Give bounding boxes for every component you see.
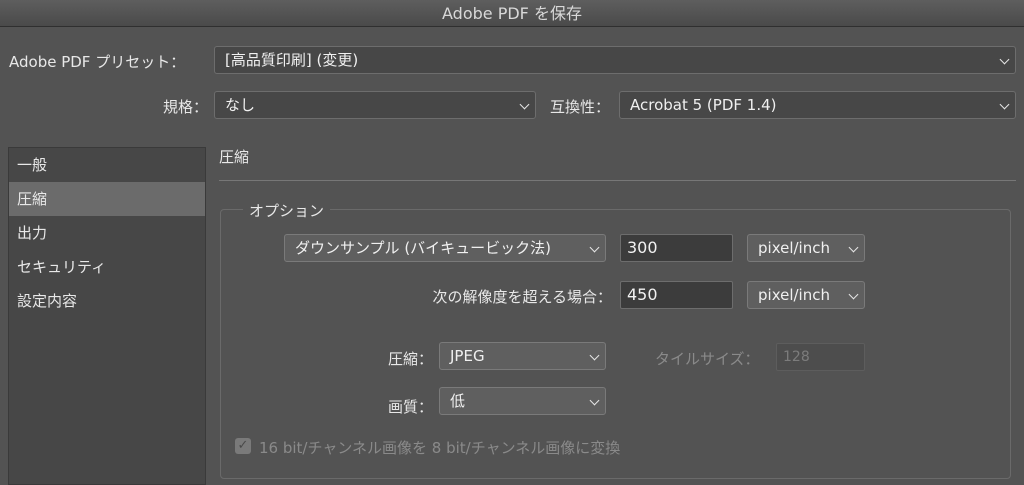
sidebar: 一般 圧縮 出力 セキュリティ 設定内容 xyxy=(8,147,206,485)
chevron-down-icon xyxy=(848,289,859,300)
downsample-unit-select[interactable]: pixel/inch xyxy=(747,234,865,262)
threshold-unit-select[interactable]: pixel/inch xyxy=(747,281,865,309)
preset-label: Adobe PDF プリセット： xyxy=(9,53,186,71)
chevron-down-icon xyxy=(519,99,530,110)
convert-16bit-checkbox[interactable]: ✓ xyxy=(235,438,251,454)
threshold-ppi-input[interactable]: 450 xyxy=(620,281,733,309)
sidebar-item-compression[interactable]: 圧縮 xyxy=(9,182,205,216)
window-title: Adobe PDF を保存 xyxy=(0,0,1024,27)
preset-value: [高品質印刷] (変更) xyxy=(225,51,359,69)
checkmark-icon: ✓ xyxy=(237,438,249,453)
chevron-down-icon xyxy=(589,242,600,253)
downsample-method-select[interactable]: ダウンサンプル (バイキュービック法) xyxy=(284,234,606,262)
standard-select[interactable]: なし xyxy=(214,91,536,119)
chevron-down-icon xyxy=(999,99,1010,110)
sidebar-item-general[interactable]: 一般 xyxy=(9,148,205,182)
chevron-down-icon xyxy=(589,350,600,361)
threshold-label: 次の解像度を超える場合： xyxy=(432,288,612,306)
threshold-unit-value: pixel/inch xyxy=(758,286,830,304)
chevron-down-icon xyxy=(589,395,600,406)
convert-16bit-label: 16 bit/チャンネル画像を 8 bit/チャンネル画像に変換 xyxy=(259,439,621,457)
downsample-method-value: ダウンサンプル (バイキュービック法) xyxy=(295,239,552,257)
divider xyxy=(219,180,1016,181)
quality-label: 画質： xyxy=(387,398,433,416)
sidebar-item-summary[interactable]: 設定内容 xyxy=(9,284,205,318)
preset-select[interactable]: [高品質印刷] (変更) xyxy=(214,46,1016,74)
standard-value: なし xyxy=(225,96,256,114)
quality-select[interactable]: 低 xyxy=(439,387,606,415)
standard-label: 規格： xyxy=(162,98,208,116)
sidebar-item-security[interactable]: セキュリティ xyxy=(9,250,205,284)
quality-value: 低 xyxy=(450,392,466,410)
chevron-down-icon xyxy=(999,54,1010,65)
chevron-down-icon xyxy=(848,242,859,253)
compression-label: 圧縮： xyxy=(387,350,433,368)
compat-select[interactable]: Acrobat 5 (PDF 1.4) xyxy=(619,91,1016,119)
compression-value: JPEG xyxy=(450,347,485,365)
compression-select[interactable]: JPEG xyxy=(439,342,606,370)
downsample-ppi-input[interactable]: 300 xyxy=(620,234,733,262)
tile-size-input: 128 xyxy=(776,343,865,371)
compat-label: 互換性： xyxy=(550,98,611,116)
options-group-title: オプション xyxy=(243,200,331,221)
sidebar-item-output[interactable]: 出力 xyxy=(9,216,205,250)
page-title: 圧縮 xyxy=(219,148,250,166)
compat-value: Acrobat 5 (PDF 1.4) xyxy=(630,96,777,114)
tile-size-label: タイルサイズ： xyxy=(655,350,760,368)
downsample-unit-value: pixel/inch xyxy=(758,239,830,257)
